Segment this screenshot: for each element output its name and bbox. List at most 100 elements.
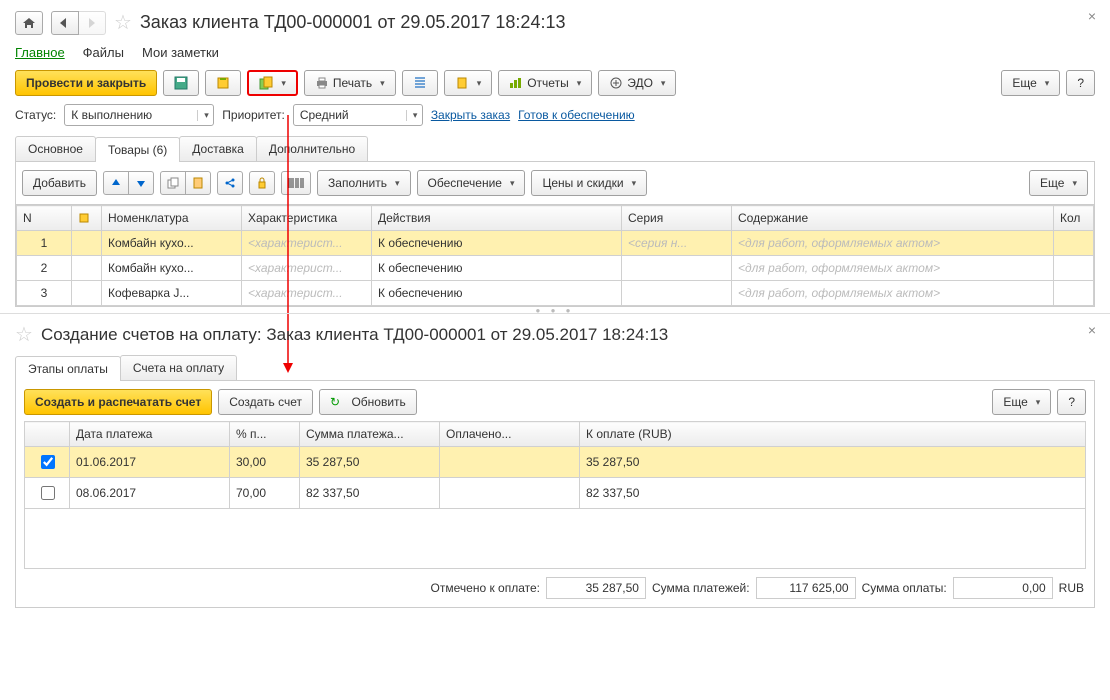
section-tab-notes[interactable]: Мои заметки [142, 45, 219, 60]
post-button[interactable] [205, 70, 241, 96]
chevron-down-icon[interactable]: ▾ [406, 110, 422, 121]
cell-char: <характерист... [242, 256, 372, 281]
tab-goods[interactable]: Товары (6) [95, 137, 180, 162]
cell-check[interactable] [25, 447, 70, 478]
tab-additional[interactable]: Дополнительно [256, 136, 368, 161]
status-combo[interactable]: К выполнению▾ [64, 104, 214, 126]
create-based-on-button[interactable] [247, 70, 298, 96]
help-button[interactable]: ? [1066, 70, 1095, 96]
move-down-button[interactable] [129, 171, 154, 195]
tab-stages[interactable]: Этапы оплаты [15, 356, 121, 381]
section-tabs: Главное Файлы Мои заметки [15, 41, 1095, 70]
col-cont[interactable]: Содержание [732, 206, 1054, 231]
table-row[interactable]: 2Комбайн кухо...<характерист...К обеспеч… [17, 256, 1094, 281]
cell-date: 08.06.2017 [70, 478, 230, 509]
share-button[interactable] [217, 171, 243, 195]
cell-n: 3 [17, 281, 72, 306]
cell-topay: 82 337,50 [580, 478, 1086, 509]
home-button[interactable] [15, 11, 43, 35]
col-ser[interactable]: Серия [622, 206, 732, 231]
close-icon[interactable]: × [1088, 322, 1096, 338]
refresh-button[interactable]: ↻ Обновить [319, 389, 417, 415]
sumamt-label: Сумма оплаты: [862, 581, 947, 595]
col-date[interactable]: Дата платежа [70, 422, 230, 447]
tab-delivery[interactable]: Доставка [179, 136, 257, 161]
section-tab-files[interactable]: Файлы [83, 45, 124, 60]
col-act[interactable]: Действия [372, 206, 622, 231]
col-flag[interactable] [72, 206, 102, 231]
table-row[interactable]: 01.06.201730,0035 287,5035 287,50 [25, 447, 1086, 478]
add-button[interactable]: Добавить [22, 170, 97, 196]
table-row[interactable]: 3Кофеварка J...<характерист...К обеспече… [17, 281, 1094, 306]
col-item[interactable]: Номенклатура [102, 206, 242, 231]
home-icon [22, 17, 36, 29]
cell-act: К обеспечению [372, 256, 622, 281]
cell-n: 1 [17, 231, 72, 256]
cell-topay: 35 287,50 [580, 447, 1086, 478]
priority-combo[interactable]: Средний▾ [293, 104, 423, 126]
col-paid[interactable]: Оплачено... [440, 422, 580, 447]
col-sum[interactable]: Сумма платежа... [300, 422, 440, 447]
titlebar: ☆ Заказ клиента ТД00-000001 от 29.05.201… [15, 10, 1095, 35]
goods-more-button[interactable]: Еще [1029, 170, 1088, 196]
titlebar2: ☆ Создание счетов на оплату: Заказ клиен… [15, 322, 1095, 347]
main-toolbar: Провести и закрыть Печать Отчеты ЭДО Еще… [15, 70, 1095, 96]
more-button[interactable]: Еще [1001, 70, 1060, 96]
col-pct[interactable]: % п... [230, 422, 300, 447]
cell-cont: <для работ, оформляемых актом> [732, 281, 1054, 306]
post-and-close-button[interactable]: Провести и закрыть [15, 70, 157, 96]
col-topay[interactable]: К оплате (RUB) [580, 422, 1086, 447]
list-button[interactable] [402, 70, 438, 96]
nav-forward-button[interactable] [79, 11, 106, 35]
col-qty[interactable]: Кол [1054, 206, 1094, 231]
chevron-down-icon[interactable]: ▾ [197, 110, 213, 121]
create-invoice-button[interactable]: Создать счет [218, 389, 313, 415]
close-icon[interactable]: × [1088, 8, 1096, 24]
save-button[interactable] [163, 70, 199, 96]
tab-main[interactable]: Основное [15, 136, 96, 161]
lock-button[interactable] [249, 171, 275, 195]
col-n[interactable]: N [17, 206, 72, 231]
attach-button[interactable] [444, 70, 493, 96]
table-row[interactable]: 08.06.201770,0082 337,5082 337,50 [25, 478, 1086, 509]
cell-ser [622, 256, 732, 281]
paste-button[interactable] [186, 171, 211, 195]
copy-button[interactable] [160, 171, 186, 195]
prices-button[interactable]: Цены и скидки [531, 170, 647, 196]
tab-invoices[interactable]: Счета на оплату [120, 355, 237, 380]
barcode-button[interactable] [281, 171, 311, 195]
table-row[interactable]: 1Комбайн кухо...<характерист...К обеспеч… [17, 231, 1094, 256]
print-button[interactable]: Печать [304, 70, 396, 96]
pay-tabs: Этапы оплаты Счета на оплату [15, 355, 1095, 381]
cell-check[interactable] [25, 478, 70, 509]
supply-button[interactable]: Обеспечение [417, 170, 526, 196]
edo-button[interactable]: ЭДО [598, 70, 676, 96]
cell-item: Комбайн кухо... [102, 256, 242, 281]
share-icon [224, 177, 236, 189]
favorite-icon[interactable]: ☆ [15, 322, 33, 347]
section-tab-main[interactable]: Главное [15, 45, 65, 60]
move-up-button[interactable] [103, 171, 129, 195]
pay-help-button[interactable]: ? [1057, 389, 1086, 415]
ready-supply-link[interactable]: Готов к обеспечению [518, 108, 635, 122]
pay-grid: Дата платежа % п... Сумма платежа... Опл… [24, 421, 1086, 509]
col-char[interactable]: Характеристика [242, 206, 372, 231]
save-icon [174, 76, 188, 90]
row-checkbox[interactable] [41, 455, 55, 469]
nav-back-button[interactable] [51, 11, 79, 35]
row-checkbox[interactable] [41, 486, 55, 500]
create-print-invoice-button[interactable]: Создать и распечатать счет [24, 389, 212, 415]
cell-paid [440, 447, 580, 478]
col-check[interactable] [25, 422, 70, 447]
cell-act: К обеспечению [372, 231, 622, 256]
barcode-icon [288, 177, 304, 189]
fill-button[interactable]: Заполнить [317, 170, 410, 196]
arrow-left-icon [58, 18, 72, 28]
cell-cont: <для работ, оформляемых актом> [732, 256, 1054, 281]
pay-more-button[interactable]: Еще [992, 389, 1051, 415]
cell-qty [1054, 231, 1094, 256]
close-order-link[interactable]: Закрыть заказ [431, 108, 510, 122]
paste-icon [192, 177, 204, 189]
favorite-icon[interactable]: ☆ [114, 10, 132, 35]
reports-button[interactable]: Отчеты [498, 70, 592, 96]
